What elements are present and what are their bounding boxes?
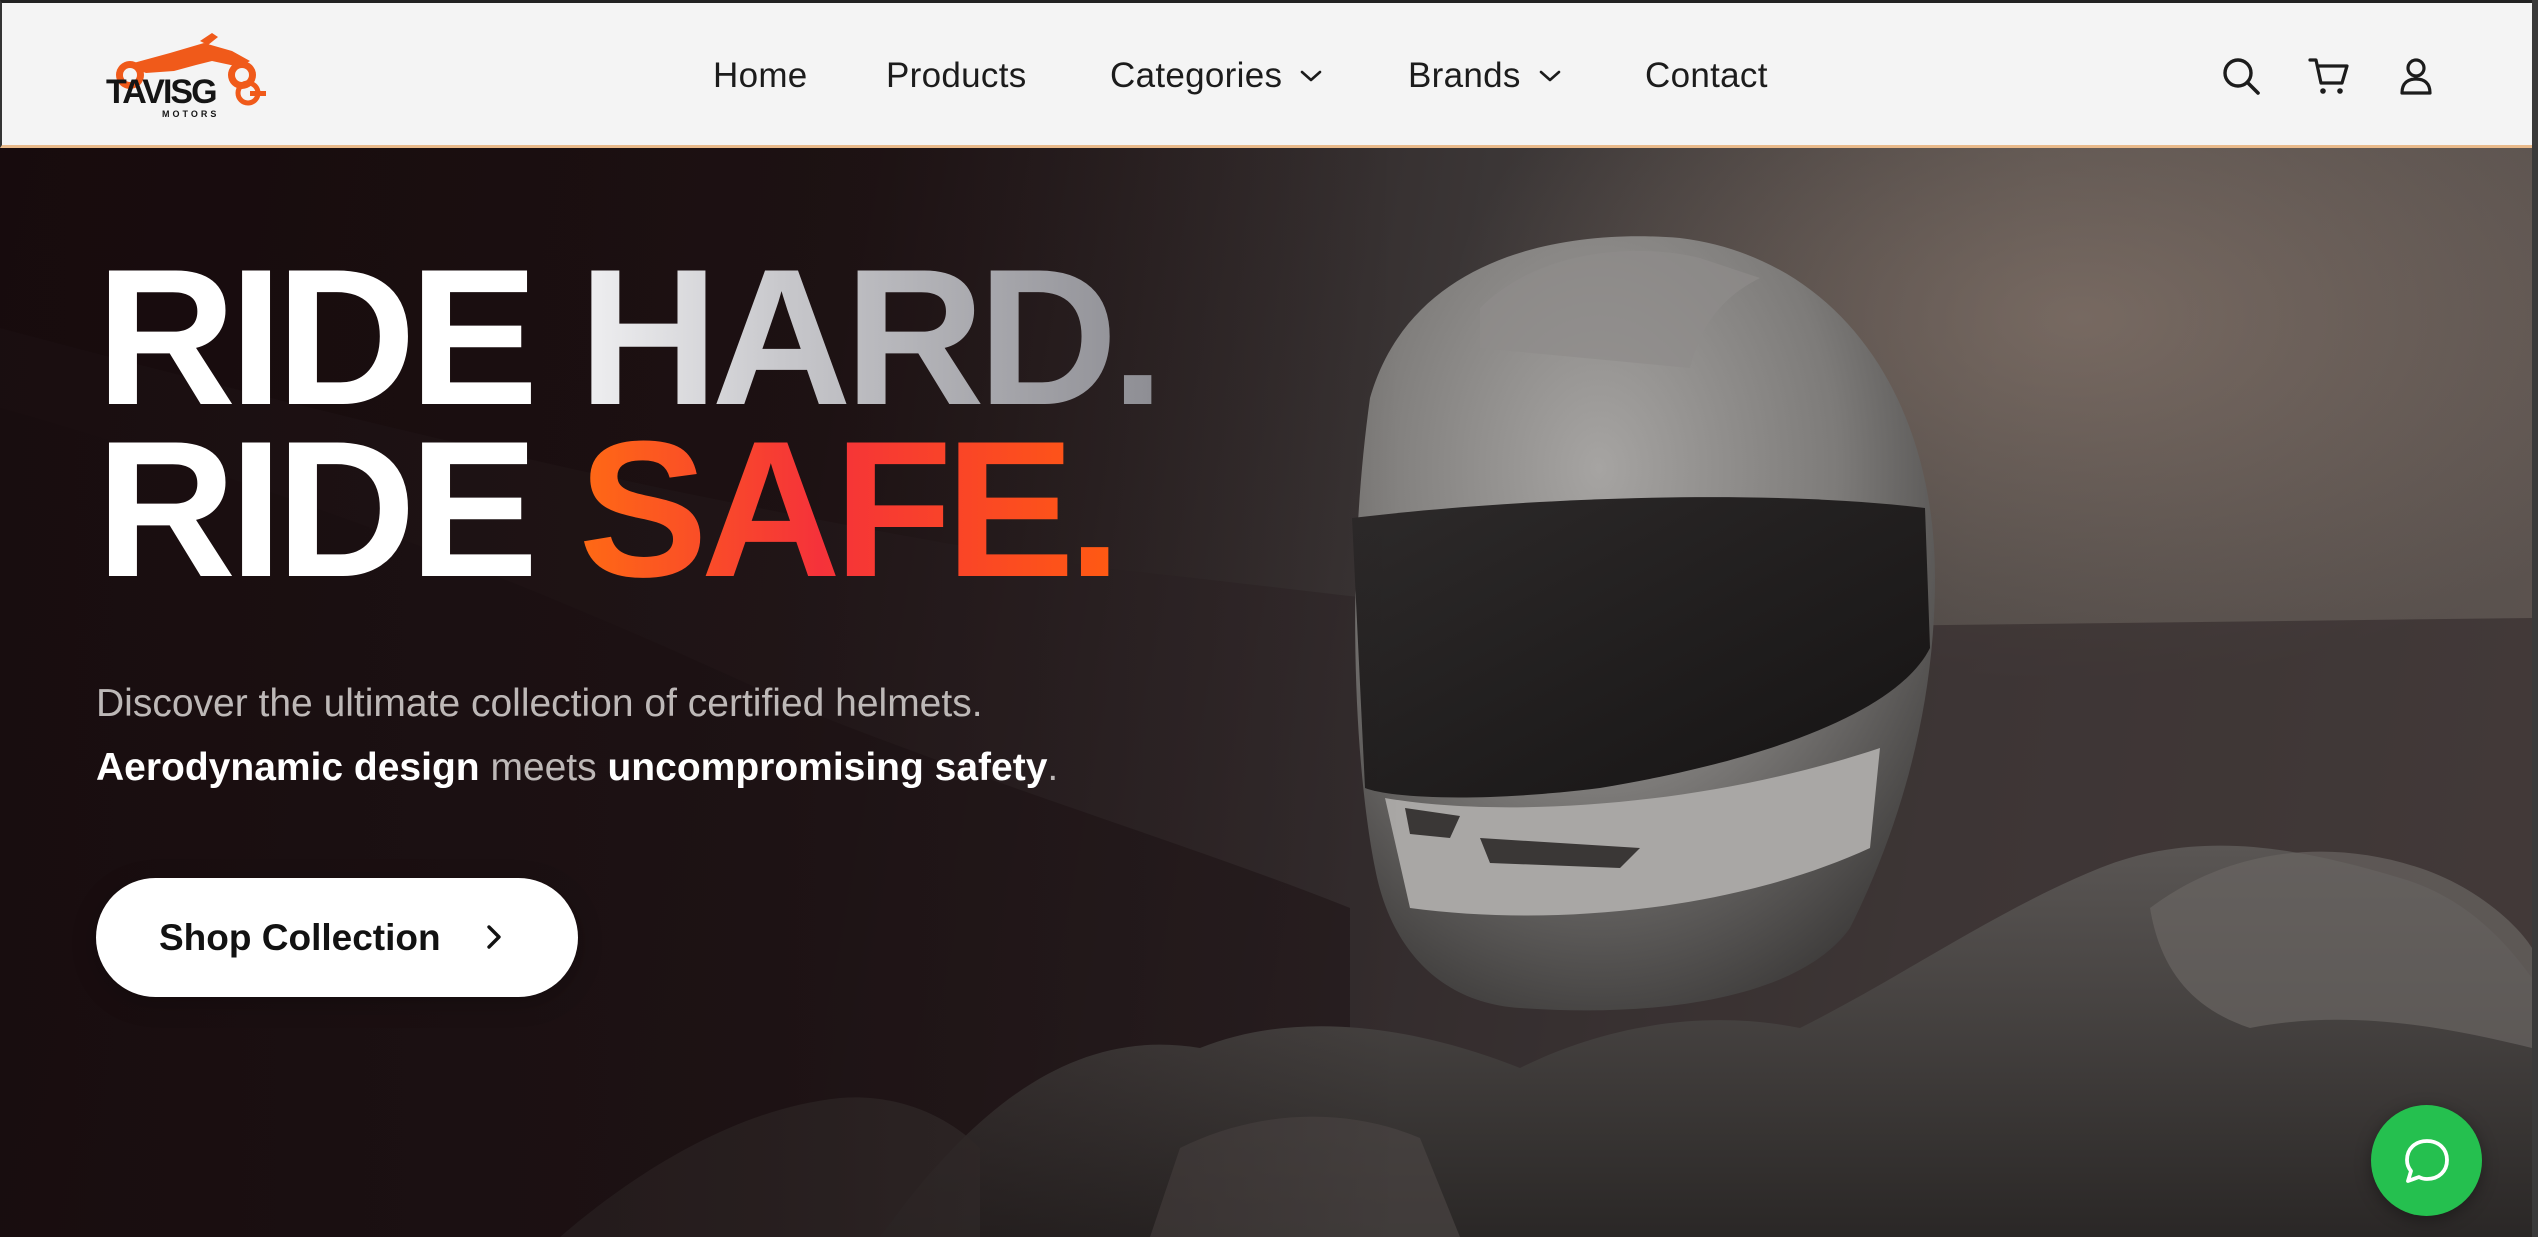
nav-contact-label: Contact xyxy=(1645,56,1768,95)
headline-safe: SAFE. xyxy=(578,401,1121,618)
nav-categories-label: Categories xyxy=(1110,56,1283,95)
nav-brands-label: Brands xyxy=(1408,56,1521,95)
window-edge xyxy=(2532,0,2538,1237)
subtitle-line-2: Aerodynamic design meets uncompromising … xyxy=(96,736,1058,800)
headline-line-2: RIDE SAFE. xyxy=(96,413,1158,607)
subtitle-safety: uncompromising safety xyxy=(607,746,1048,789)
subtitle-line-1: Discover the ultimate collection of cert… xyxy=(96,682,983,725)
cart-icon xyxy=(2308,58,2349,94)
nav-contact[interactable]: Contact xyxy=(1645,51,1768,101)
main-nav: Home Products Categories Brands Contact xyxy=(2,3,2532,148)
cart-button[interactable] xyxy=(2308,55,2350,97)
site-header: TAVISG MOTORS Home Products Categories B… xyxy=(0,0,2532,148)
hero-banner: RIDE HARD. RIDE SAFE. Discover the ultim… xyxy=(0,148,2532,1237)
nav-brands[interactable]: Brands xyxy=(1408,51,1561,101)
account-button[interactable] xyxy=(2395,55,2437,97)
search-icon xyxy=(2223,58,2260,95)
nav-home[interactable]: Home xyxy=(713,51,808,101)
chat-bubble-icon xyxy=(2404,1138,2449,1183)
nav-products-label: Products xyxy=(886,56,1027,95)
headline-line-1: RIDE HARD. xyxy=(96,241,1165,435)
headline-ride-2: RIDE xyxy=(96,401,579,618)
chevron-down-icon xyxy=(1539,70,1561,82)
subtitle-period: . xyxy=(1047,746,1059,789)
chevron-right-icon xyxy=(484,922,504,952)
nav-home-label: Home xyxy=(713,56,808,95)
user-icon xyxy=(2400,58,2432,95)
subtitle-aerodynamic: Aerodynamic design xyxy=(96,746,480,789)
chat-button[interactable] xyxy=(2371,1105,2482,1216)
chevron-down-icon xyxy=(1300,70,1322,82)
shop-collection-button[interactable]: Shop Collection xyxy=(96,878,578,997)
search-button[interactable] xyxy=(2220,55,2262,97)
hero-subtitle: Discover the ultimate collection of cert… xyxy=(96,672,1058,800)
nav-categories[interactable]: Categories xyxy=(1110,51,1322,101)
nav-products[interactable]: Products xyxy=(886,51,1027,101)
shop-collection-label: Shop Collection xyxy=(159,916,441,958)
hero-headline: RIDE HARD. RIDE SAFE. xyxy=(96,241,1165,607)
subtitle-meets: meets xyxy=(479,746,608,789)
